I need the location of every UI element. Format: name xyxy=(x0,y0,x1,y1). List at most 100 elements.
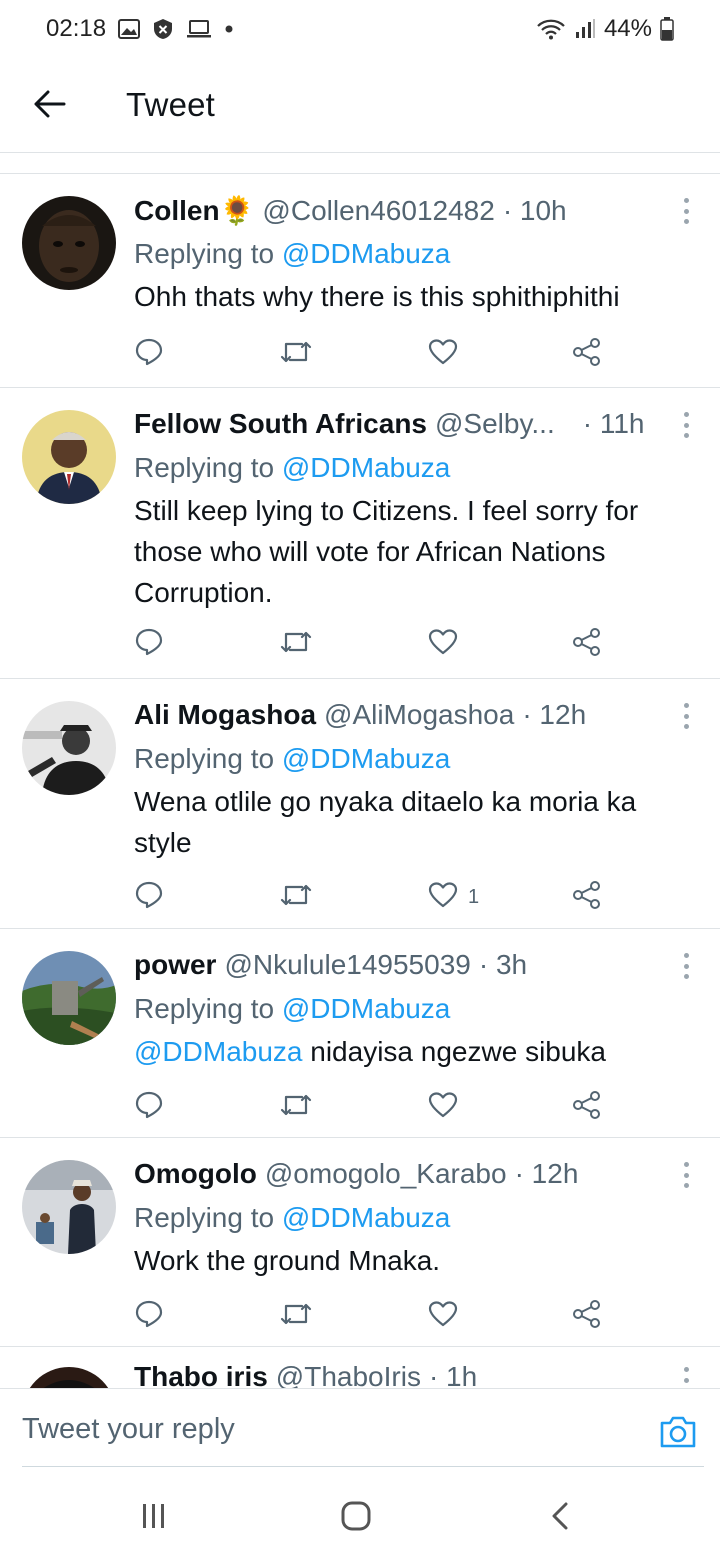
reply-input[interactable] xyxy=(22,1413,582,1446)
avatar[interactable] xyxy=(22,951,116,1045)
reply-bubble-icon xyxy=(134,1299,164,1334)
more-options-button[interactable] xyxy=(680,953,692,979)
more-options-button[interactable] xyxy=(680,412,692,438)
reply-bubble-icon xyxy=(134,627,164,662)
reply-tweet[interactable]: power @Nkulule14955039 · 3h Replying to … xyxy=(0,929,720,1138)
share-icon xyxy=(572,337,602,372)
signal-icon xyxy=(574,18,596,40)
more-options-button[interactable] xyxy=(680,1367,692,1388)
share-icon xyxy=(572,1299,602,1334)
like-button[interactable] xyxy=(428,1087,458,1127)
reply-tweet[interactable]: Thabo iris @ThaboIris · 1h xyxy=(0,1347,720,1388)
heart-icon xyxy=(428,1300,458,1333)
share-button[interactable] xyxy=(572,1087,602,1127)
retweet-button[interactable] xyxy=(280,334,312,374)
share-button[interactable] xyxy=(572,1296,602,1336)
share-button[interactable] xyxy=(572,624,602,664)
tweet-text: Still keep lying to Citizens. I feel sor… xyxy=(134,495,639,608)
author-name[interactable]: Thabo iris xyxy=(134,1361,268,1388)
like-button[interactable] xyxy=(428,1296,458,1336)
reply-button[interactable] xyxy=(134,877,164,917)
share-button[interactable] xyxy=(572,877,602,917)
more-options-button[interactable] xyxy=(680,198,692,224)
home-icon xyxy=(340,1500,372,1537)
retweet-icon xyxy=(280,1299,312,1334)
tweet-actions: 1 xyxy=(134,877,698,917)
app-header: Tweet xyxy=(0,58,720,152)
reply-button[interactable] xyxy=(134,1087,164,1127)
tweet-header: power @Nkulule14955039 · 3h xyxy=(134,949,698,987)
replying-to: Replying to @DDMabuza xyxy=(134,987,698,1031)
retweet-icon xyxy=(280,627,312,662)
replying-to: Replying to @DDMabuza xyxy=(134,737,698,781)
heart-icon xyxy=(428,338,458,371)
replying-to-mention[interactable]: @DDMabuza xyxy=(282,238,450,269)
author-name[interactable]: power xyxy=(134,949,216,981)
replying-to-mention[interactable]: @DDMabuza xyxy=(282,993,450,1024)
replying-to-mention[interactable]: @DDMabuza xyxy=(282,452,450,483)
reply-button[interactable] xyxy=(134,334,164,374)
more-options-button[interactable] xyxy=(680,1162,692,1188)
page-title: Tweet xyxy=(126,86,216,123)
system-nav-bar xyxy=(0,1470,720,1560)
retweet-button[interactable] xyxy=(280,877,312,917)
replying-to: Replying to @DDMabuza xyxy=(134,446,698,490)
more-options-button[interactable] xyxy=(680,703,692,729)
recents-button[interactable] xyxy=(134,1498,174,1538)
author-handle[interactable]: @ThaboIris xyxy=(276,1361,421,1388)
retweet-icon xyxy=(280,1090,312,1125)
reply-tweet[interactable]: Ali Mogashoa @AliMogashoa · 12h Replying… xyxy=(0,679,720,929)
tweet-body: Ali Mogashoa @AliMogashoa · 12h Replying… xyxy=(134,699,698,863)
avatar[interactable] xyxy=(22,701,116,795)
wifi-icon xyxy=(536,18,566,40)
retweet-icon xyxy=(280,337,312,372)
tweet-body: Thabo iris @ThaboIris · 1h xyxy=(134,1361,698,1388)
tweet-header: Fellow South Africans @Selby... · 11h xyxy=(134,408,698,446)
reply-tweet[interactable]: Collen🌻 @Collen46012482 · 10h Replying t… xyxy=(0,174,720,388)
author-handle[interactable]: @Collen46012482 xyxy=(262,195,494,227)
author-handle[interactable]: @AliMogashoa xyxy=(324,699,514,731)
author-name[interactable]: Omogolo xyxy=(134,1158,257,1190)
retweet-button[interactable] xyxy=(280,1087,312,1127)
replying-prefix: Replying to xyxy=(134,743,282,774)
avatar[interactable] xyxy=(22,1367,116,1388)
camera-icon xyxy=(658,1416,698,1455)
nav-back-icon xyxy=(550,1501,570,1536)
reply-tweet[interactable]: Omogolo @omogolo_Karabo · 12h Replying t… xyxy=(0,1138,720,1347)
like-button[interactable]: 1 xyxy=(428,877,479,917)
nav-back-button[interactable] xyxy=(540,1498,580,1538)
author-handle[interactable]: @Selby... xyxy=(435,408,555,440)
back-button[interactable] xyxy=(30,86,70,126)
avatar[interactable] xyxy=(22,196,116,290)
replying-to-mention[interactable]: @DDMabuza xyxy=(282,1202,450,1233)
replying-to-mention[interactable]: @DDMabuza xyxy=(282,743,450,774)
retweet-button[interactable] xyxy=(280,624,312,664)
author-handle[interactable]: @Nkulule14955039 xyxy=(224,949,470,981)
like-button[interactable] xyxy=(428,624,458,664)
laptop-icon xyxy=(186,19,212,39)
reply-button[interactable] xyxy=(134,624,164,664)
home-button[interactable] xyxy=(336,1498,376,1538)
replying-prefix: Replying to xyxy=(134,1202,282,1233)
tweet-header: Omogolo @omogolo_Karabo · 12h xyxy=(134,1158,698,1196)
heart-icon xyxy=(428,628,458,661)
author-name[interactable]: Fellow South Africans xyxy=(134,408,427,440)
author-name[interactable]: Ali Mogashoa xyxy=(134,699,316,731)
avatar[interactable] xyxy=(22,410,116,504)
author-name[interactable]: Collen🌻 xyxy=(134,194,254,227)
reply-bubble-icon xyxy=(134,1090,164,1125)
tweet-text: @DDMabuza nidayisa ngezwe sibuka xyxy=(134,1031,698,1072)
status-bar: 02:18 44% xyxy=(0,0,720,58)
share-button[interactable] xyxy=(572,334,602,374)
author-handle[interactable]: @omogolo_Karabo xyxy=(265,1158,507,1190)
retweet-button[interactable] xyxy=(280,1296,312,1336)
camera-button[interactable] xyxy=(658,1413,698,1453)
avatar[interactable] xyxy=(22,1160,116,1254)
reply-feed[interactable]: Collen🌻 @Collen46012482 · 10h Replying t… xyxy=(0,174,720,1388)
share-icon xyxy=(572,627,602,662)
text-mention[interactable]: @DDMabuza xyxy=(134,1036,302,1067)
like-button[interactable] xyxy=(428,334,458,374)
more-vertical-icon xyxy=(683,1162,689,1188)
reply-button[interactable] xyxy=(134,1296,164,1336)
tweet-time: · 12h xyxy=(514,1158,579,1189)
